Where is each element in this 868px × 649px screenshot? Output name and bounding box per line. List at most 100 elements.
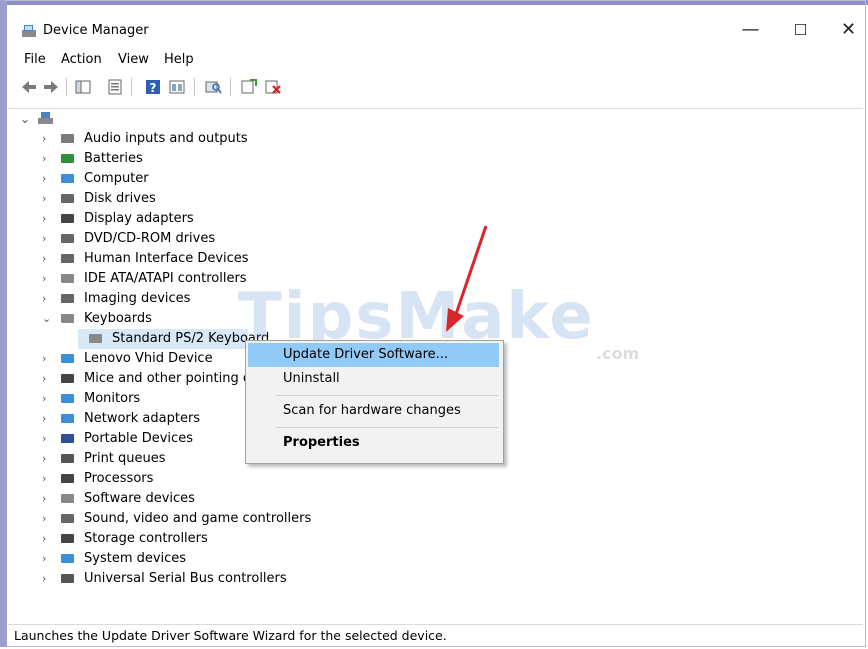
- chevron-right-icon[interactable]: ›: [42, 509, 52, 529]
- chevron-right-icon[interactable]: ›: [42, 369, 52, 389]
- close-button[interactable]: ✕: [826, 15, 868, 45]
- chevron-down-icon[interactable]: ⌄: [42, 309, 52, 329]
- uninstall-icon[interactable]: [264, 78, 282, 96]
- properties-icon[interactable]: [106, 78, 124, 96]
- software-icon: [61, 494, 74, 503]
- computer-icon: [61, 174, 74, 183]
- tree-item-label: Display adapters: [84, 211, 194, 226]
- context-scan[interactable]: Scan for hardware changes: [248, 399, 499, 423]
- tree-category-item[interactable]: › Universal Serial Bus controllers: [38, 569, 298, 589]
- tree-category-item[interactable]: › Computer: [38, 169, 298, 189]
- toolbar-separator: [230, 78, 231, 96]
- red-arrow-annotation: [446, 225, 488, 332]
- context-uninstall-label: Uninstall: [283, 371, 340, 386]
- chevron-down-icon[interactable]: ⌄: [20, 109, 30, 129]
- menu-view[interactable]: View: [118, 52, 149, 67]
- tree-item-label: DVD/CD-ROM drives: [84, 231, 216, 246]
- tree-item-label: Audio inputs and outputs: [84, 131, 248, 146]
- device-icon: [61, 354, 74, 363]
- tree-category-item[interactable]: › Software devices: [38, 489, 298, 509]
- tree-child-item[interactable]: Standard PS/2 Keyboard: [78, 329, 269, 349]
- tree-item-label: Disk drives: [84, 191, 156, 206]
- tree-category-item[interactable]: › Processors: [38, 469, 298, 489]
- update-driver-icon[interactable]: [240, 78, 258, 96]
- tree-item-label: System devices: [84, 551, 187, 566]
- context-menu: Update Driver Software... Uninstall Scan…: [245, 340, 504, 464]
- tree-category-item[interactable]: › DVD/CD-ROM drives: [38, 229, 298, 249]
- status-text: Launches the Update Driver Software Wiza…: [14, 628, 447, 643]
- chevron-right-icon[interactable]: ›: [42, 269, 52, 289]
- keyboard-icon: [61, 314, 74, 323]
- minimize-button[interactable]: —: [728, 15, 773, 45]
- chevron-right-icon[interactable]: ›: [42, 529, 52, 549]
- printer-icon: [61, 454, 74, 463]
- chevron-right-icon[interactable]: ›: [42, 429, 52, 449]
- maximize-button[interactable]: ☐: [778, 15, 823, 45]
- tree-category-item[interactable]: › Human Interface Devices: [38, 249, 298, 269]
- toolbar-separator: [131, 78, 132, 96]
- speaker-icon: [61, 134, 74, 143]
- chevron-right-icon[interactable]: ›: [42, 549, 52, 569]
- forward-icon[interactable]: [42, 78, 60, 96]
- tree-item-label: Keyboards: [84, 311, 152, 326]
- chevron-right-icon[interactable]: ›: [42, 409, 52, 429]
- chevron-right-icon[interactable]: ›: [42, 149, 52, 169]
- tree-item-label: Storage controllers: [84, 531, 208, 546]
- processor-icon: [61, 474, 74, 483]
- portable-icon: [61, 434, 74, 443]
- tree-category-item[interactable]: › Disk drives: [38, 189, 298, 209]
- hid-icon: [61, 254, 74, 263]
- sound-icon: [61, 514, 74, 523]
- dvd-icon: [61, 234, 74, 243]
- tree-item-label: Batteries: [84, 151, 143, 166]
- tree-item-label: Sound, video and game controllers: [84, 511, 312, 526]
- scan-icon[interactable]: [204, 78, 222, 96]
- tree-root[interactable]: ⌄: [18, 109, 78, 129]
- chevron-right-icon[interactable]: ›: [42, 389, 52, 409]
- computer-root-icon: [38, 112, 53, 124]
- keyboard-icon: [89, 334, 102, 343]
- tree-item-label: Print queues: [84, 451, 166, 466]
- show-hide-console-tree-icon[interactable]: [74, 78, 92, 96]
- tree-category-item[interactable]: › Storage controllers: [38, 529, 298, 549]
- chevron-right-icon[interactable]: ›: [42, 569, 52, 589]
- tree-item-label: Portable Devices: [84, 431, 193, 446]
- chevron-right-icon[interactable]: ›: [42, 489, 52, 509]
- mouse-icon: [61, 374, 74, 383]
- menu-help[interactable]: Help: [164, 52, 194, 67]
- chevron-right-icon[interactable]: ›: [42, 469, 52, 489]
- view-icon[interactable]: [168, 78, 186, 96]
- tree-item-label: Mice and other pointing de: [84, 371, 260, 386]
- tree-category-item[interactable]: › Sound, video and game controllers: [38, 509, 311, 529]
- context-uninstall[interactable]: Uninstall: [248, 367, 499, 391]
- toolbar-separator: [66, 78, 67, 96]
- tree-item-label: Network adapters: [84, 411, 201, 426]
- chevron-right-icon[interactable]: ›: [42, 249, 52, 269]
- tree-item-label: Monitors: [84, 391, 141, 406]
- context-update-driver[interactable]: Update Driver Software...: [248, 343, 499, 367]
- monitor-icon: [61, 394, 74, 403]
- tree-category-item[interactable]: › Batteries: [38, 149, 298, 169]
- chevron-right-icon[interactable]: ›: [42, 189, 52, 209]
- back-icon[interactable]: [20, 78, 38, 96]
- chevron-right-icon[interactable]: ›: [42, 209, 52, 229]
- menu-file[interactable]: File: [24, 52, 46, 67]
- chevron-right-icon[interactable]: ›: [42, 289, 52, 309]
- tree-category-item[interactable]: › Audio inputs and outputs: [38, 129, 298, 149]
- context-properties[interactable]: Properties: [248, 431, 499, 455]
- status-bar: Launches the Update Driver Software Wiza…: [8, 624, 863, 647]
- window-title: Device Manager: [43, 23, 149, 38]
- title-bar[interactable]: Device Manager — ☐ ✕: [8, 10, 863, 48]
- chevron-right-icon[interactable]: ›: [42, 129, 52, 149]
- help-icon[interactable]: ?: [144, 78, 162, 96]
- chevron-right-icon[interactable]: ›: [42, 349, 52, 369]
- tree-item-label: Universal Serial Bus controllers: [84, 571, 287, 586]
- toolbar-separator: [194, 78, 195, 96]
- menu-action[interactable]: Action: [61, 52, 102, 67]
- tree-category-item[interactable]: › System devices: [38, 549, 298, 569]
- chevron-right-icon[interactable]: ›: [42, 229, 52, 249]
- chevron-right-icon[interactable]: ›: [42, 169, 52, 189]
- tree-item-label: Software devices: [84, 491, 195, 506]
- tree-category-item[interactable]: › Display adapters: [38, 209, 298, 229]
- chevron-right-icon[interactable]: ›: [42, 449, 52, 469]
